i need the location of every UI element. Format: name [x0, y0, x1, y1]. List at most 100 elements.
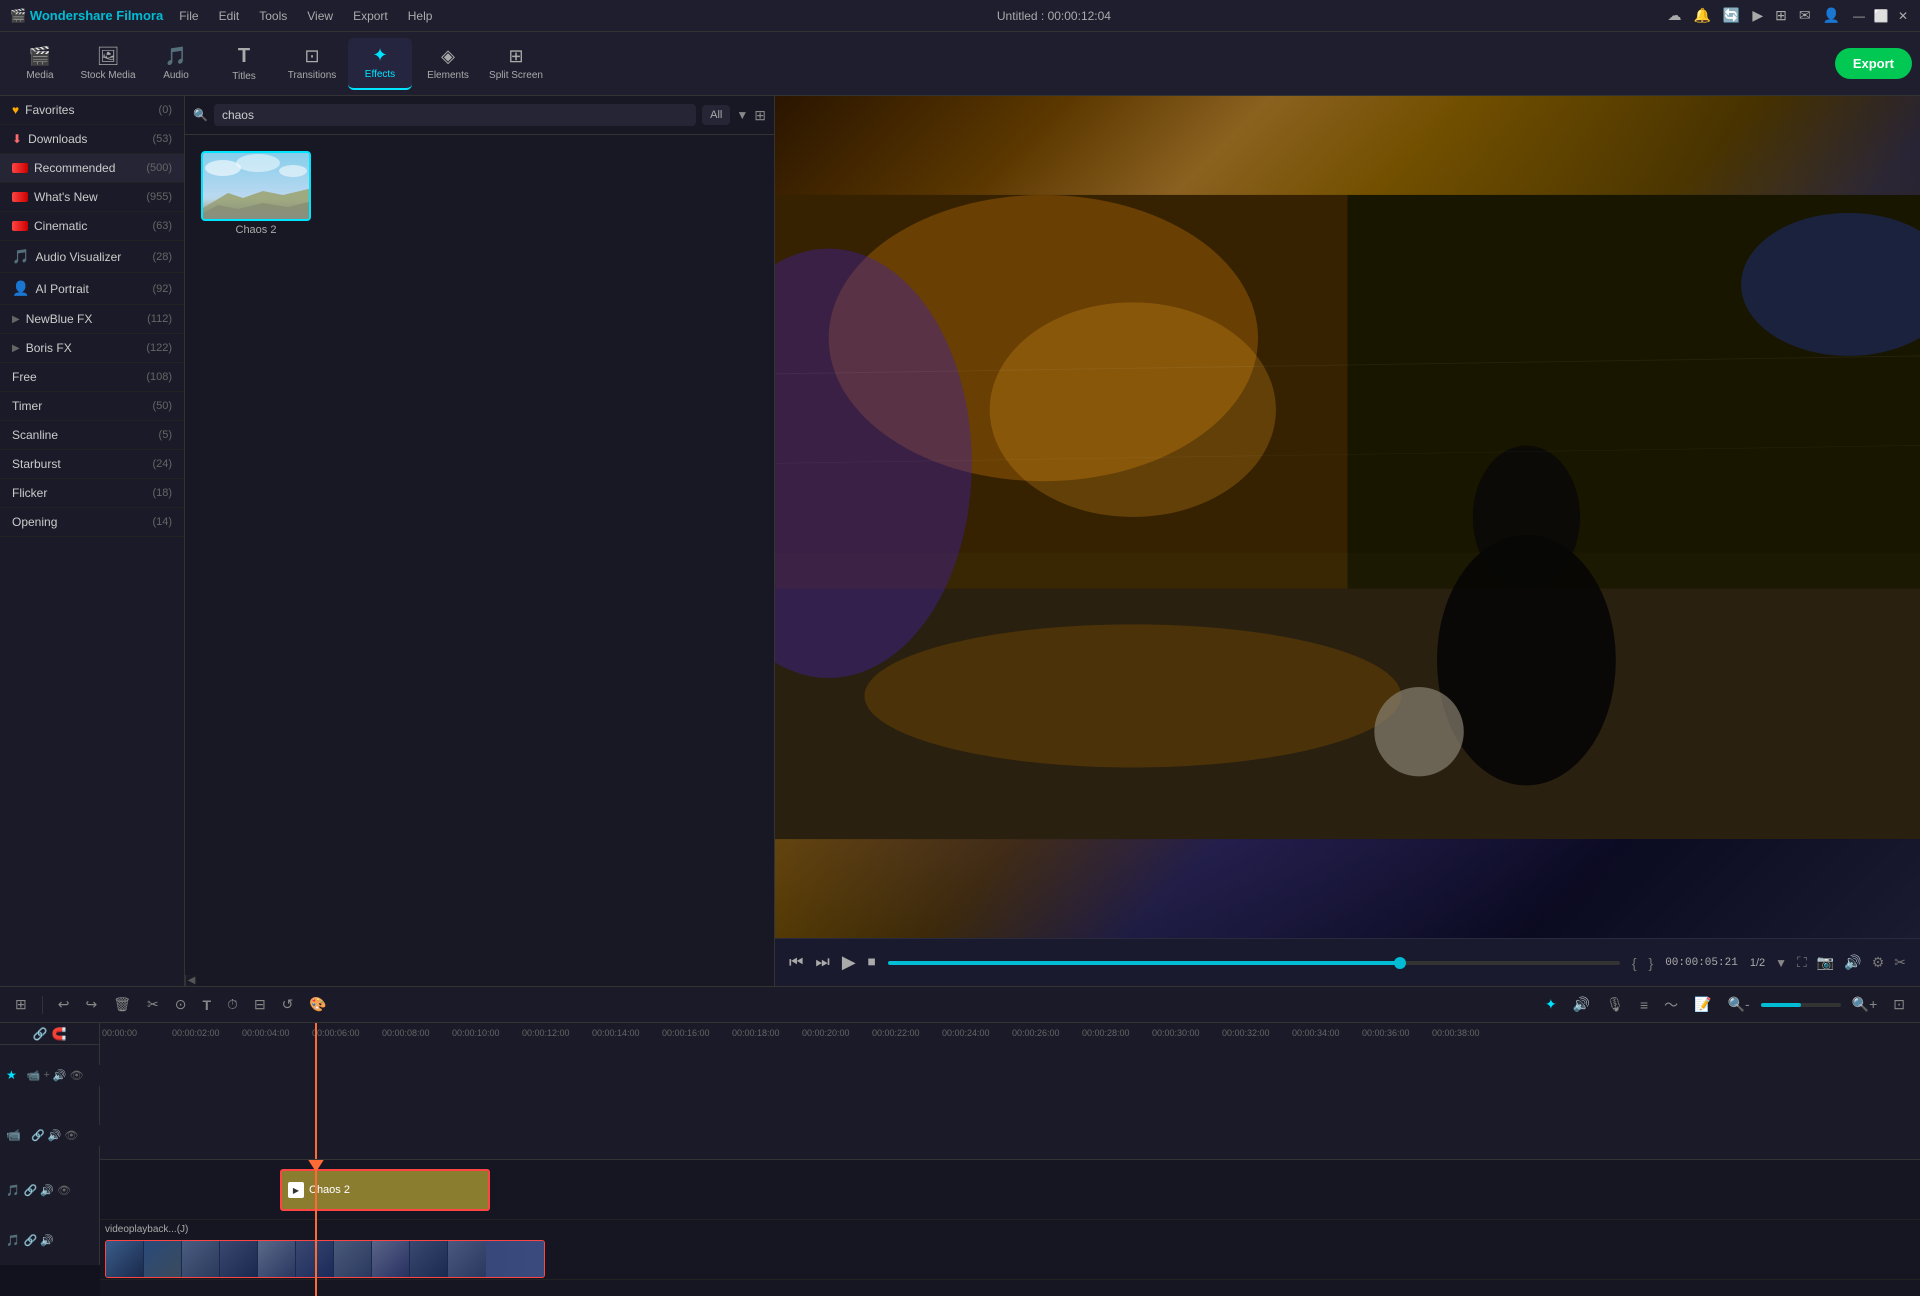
grid-view-icon[interactable]: ⊞: [754, 107, 766, 124]
audio1-vol-icon[interactable]: 🔊: [40, 1184, 54, 1197]
maximize-button[interactable]: ⬜: [1874, 9, 1888, 23]
tool-stock-media[interactable]: 🖼 Stock Media: [76, 38, 140, 90]
unlink-button[interactable]: ⊙: [170, 992, 192, 1017]
notification-icon[interactable]: 🔔: [1693, 7, 1710, 24]
cat-whats-new[interactable]: What's New (955): [0, 183, 184, 212]
message-icon[interactable]: ✉: [1799, 7, 1811, 24]
add-media-button[interactable]: ⊞: [10, 992, 32, 1017]
menu-export[interactable]: Export: [345, 7, 396, 25]
play-icon[interactable]: ▶: [1752, 7, 1763, 24]
speed-curve-button[interactable]: 〜: [1659, 991, 1683, 1019]
caption-button[interactable]: 📝: [1689, 992, 1716, 1017]
cat-flicker[interactable]: Flicker (18): [0, 479, 184, 508]
audio1-eye-icon[interactable]: 👁: [57, 1184, 71, 1197]
cat-starburst[interactable]: Starburst (24): [0, 450, 184, 479]
screenshot-icon[interactable]: 📷: [1817, 954, 1834, 971]
volume-icon[interactable]: 🔊: [1844, 954, 1861, 971]
effect-item-chaos2[interactable]: Chaos 2: [201, 151, 311, 239]
timer-button[interactable]: ⏱: [222, 992, 243, 1017]
opening-count: (14): [152, 516, 172, 528]
cat-ai-portrait[interactable]: 👤 AI Portrait (92): [0, 273, 184, 305]
cat-boris-fx[interactable]: ▶ Boris FX (122): [0, 334, 184, 363]
cat-downloads[interactable]: ⬇ Downloads (53): [0, 125, 184, 154]
tool-titles[interactable]: T Titles: [212, 38, 276, 90]
export-button[interactable]: Export: [1835, 48, 1912, 79]
menu-view[interactable]: View: [299, 7, 341, 25]
stop-button[interactable]: ⏹: [868, 954, 876, 972]
fit-button[interactable]: ⊡: [1888, 992, 1910, 1017]
fullscreen-icon[interactable]: ⛶: [1797, 954, 1807, 971]
zoom-out-button[interactable]: 🔍-: [1723, 992, 1755, 1017]
magnet-icon[interactable]: 🧲: [52, 1027, 67, 1041]
redo-button[interactable]: ↪: [80, 992, 102, 1017]
color-button[interactable]: 🎨: [304, 992, 331, 1017]
page-selector-icon[interactable]: ▼: [1775, 956, 1787, 970]
delete-button[interactable]: 🗑: [108, 992, 136, 1017]
filter-chevron-icon[interactable]: ▼: [736, 108, 748, 122]
preview-progress-bar[interactable]: [888, 961, 1620, 965]
cat-scanline[interactable]: Scanline (5): [0, 421, 184, 450]
close-button[interactable]: ✕: [1896, 9, 1910, 23]
effects-tl-button[interactable]: ✦: [1540, 992, 1562, 1017]
audio-levels-button[interactable]: ≡: [1635, 993, 1653, 1017]
cut-button[interactable]: ✂: [142, 992, 164, 1017]
track-audio2-icon[interactable]: 🔊: [48, 1129, 62, 1142]
cat-boris-fx-left: ▶ Boris FX: [12, 341, 72, 355]
tool-split-screen[interactable]: ⊞ Split Screen: [484, 38, 548, 90]
zoom-in-button[interactable]: 🔍+: [1847, 992, 1883, 1017]
track-link-icon[interactable]: 🔗: [31, 1129, 45, 1142]
track-eye-icon[interactable]: 👁: [70, 1069, 84, 1082]
menu-file[interactable]: File: [171, 7, 206, 25]
menu-help[interactable]: Help: [400, 7, 441, 25]
undo-button[interactable]: ↩: [53, 992, 75, 1017]
track-audio-icon[interactable]: 🔊: [53, 1069, 67, 1082]
tool-effects[interactable]: ✦ Effects: [348, 38, 412, 90]
tool-audio[interactable]: 🎵 Audio: [144, 38, 208, 90]
settings-icon[interactable]: ⚙: [1872, 954, 1885, 971]
cat-audio-visualizer[interactable]: 🎵 Audio Visualizer (28): [0, 241, 184, 273]
cat-recommended[interactable]: Recommended (500): [0, 154, 184, 183]
audio-effects-button[interactable]: 🔊: [1568, 992, 1595, 1017]
crop-icon[interactable]: ✂: [1894, 954, 1906, 971]
bracket-left-icon[interactable]: {: [1632, 955, 1637, 971]
user-icon[interactable]: 👤: [1823, 7, 1840, 24]
play-button[interactable]: ▶: [842, 952, 856, 973]
audio1-link-icon[interactable]: 🔗: [24, 1184, 38, 1197]
record-button[interactable]: 🎙: [1601, 992, 1629, 1017]
search-input[interactable]: [214, 104, 696, 126]
minimize-button[interactable]: —: [1852, 9, 1866, 23]
menu-tools[interactable]: Tools: [251, 7, 295, 25]
menu-edit[interactable]: Edit: [211, 7, 248, 25]
crop-tl-button[interactable]: ⊟: [249, 992, 271, 1017]
tool-elements[interactable]: ◈ Elements: [416, 38, 480, 90]
tool-media[interactable]: 🎬 Media: [8, 38, 72, 90]
cloud-icon[interactable]: ☁: [1667, 7, 1681, 24]
cat-favorites[interactable]: ♥ Favorites (0): [0, 96, 184, 125]
bracket-right-icon[interactable]: }: [1649, 955, 1654, 971]
track-video-icon[interactable]: 📹: [27, 1069, 41, 1082]
cat-cinematic[interactable]: Cinematic (63): [0, 212, 184, 241]
step-back-button[interactable]: ⏭: [815, 954, 829, 972]
speed-button[interactable]: ↺: [277, 992, 299, 1017]
scene-svg: [775, 96, 1920, 938]
zoom-slider[interactable]: [1761, 1003, 1841, 1007]
video-clip[interactable]: [105, 1240, 545, 1278]
skip-back-button[interactable]: ⏮: [789, 954, 803, 972]
audio2-vol-icon[interactable]: 🔊: [40, 1234, 54, 1247]
cat-timer[interactable]: Timer (50): [0, 392, 184, 421]
link-icon[interactable]: 🔗: [33, 1027, 48, 1041]
audio2-link-icon[interactable]: 🔗: [24, 1234, 38, 1247]
track-eye2-icon[interactable]: 👁: [64, 1129, 78, 1142]
tool-transitions[interactable]: ⊡ Transitions: [280, 38, 344, 90]
text-button[interactable]: T: [197, 993, 216, 1017]
panel-collapse-handle[interactable]: ◀: [185, 975, 197, 986]
cat-newblue-fx[interactable]: ▶ NewBlue FX (112): [0, 305, 184, 334]
update-icon[interactable]: 🔄: [1723, 7, 1740, 24]
cat-audio-visualizer-left: 🎵 Audio Visualizer: [12, 248, 121, 265]
cat-free[interactable]: Free (108): [0, 363, 184, 392]
track-add-icon[interactable]: +: [43, 1069, 49, 1081]
chaos2-clip[interactable]: ▶ Chaos 2: [280, 1169, 490, 1211]
filter-all-button[interactable]: All: [702, 105, 730, 125]
cat-opening[interactable]: Opening (14): [0, 508, 184, 537]
grid-icon[interactable]: ⊞: [1775, 7, 1787, 24]
